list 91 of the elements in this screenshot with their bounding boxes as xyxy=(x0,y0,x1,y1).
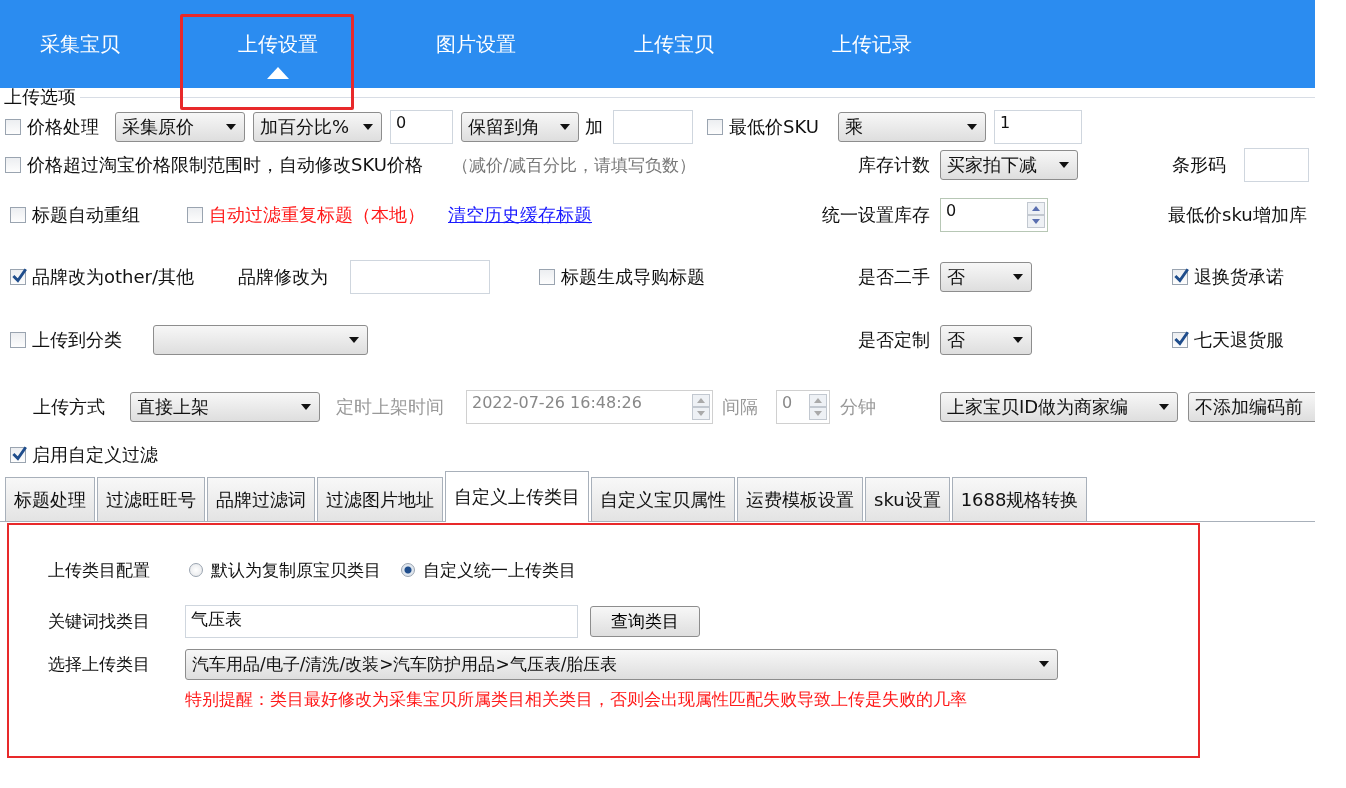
tab[interactable]: 过滤图片地址 xyxy=(317,477,443,521)
dropdown[interactable]: 保留到角 xyxy=(461,112,579,142)
input-field[interactable] xyxy=(613,110,693,144)
field-label: 是否二手 xyxy=(857,265,930,289)
caret-icon xyxy=(226,124,236,130)
caret-icon xyxy=(1059,162,1069,168)
checkbox[interactable] xyxy=(10,207,26,223)
caret-icon xyxy=(1159,404,1169,410)
dropdown[interactable]: 乘 xyxy=(837,112,986,142)
caret-icon xyxy=(560,124,570,130)
tab[interactable]: 品牌过滤词 xyxy=(207,477,315,521)
hint-text: （减价/减百分比，请填写负数） xyxy=(451,153,696,177)
spinner-arrows-icon[interactable] xyxy=(1027,202,1045,228)
spinner-field[interactable]: 0 xyxy=(940,198,1048,232)
checkbox-label: 价格处理 xyxy=(27,115,99,139)
field-label: 上传类目配置 xyxy=(48,558,151,582)
checkbox[interactable] xyxy=(10,332,26,348)
checkbox[interactable] xyxy=(10,269,26,285)
warning-text: 特别提醒：类目最好修改为采集宝贝所属类目相关类目，否则会出现属性匹配失败导致上传是失败的几率 xyxy=(185,688,967,711)
dropdown[interactable]: 采集原价 xyxy=(115,112,245,142)
caret-icon xyxy=(1013,337,1023,343)
checkbox[interactable] xyxy=(5,119,21,135)
field-label: 加 xyxy=(585,115,603,139)
checkmark-icon xyxy=(10,267,28,285)
group-title: 上传选项 xyxy=(3,88,76,106)
field-label: 间隔 xyxy=(722,395,758,419)
tab[interactable]: 自定义上传类目 xyxy=(445,471,589,522)
field-label: 选择上传类目 xyxy=(48,652,151,676)
dropdown[interactable]: 否 xyxy=(940,262,1032,292)
keyword-input[interactable]: 气压表 xyxy=(185,604,578,638)
checkbox-label: 七天退货服 xyxy=(1194,328,1284,352)
input-field[interactable] xyxy=(1244,148,1309,182)
checkbox-label: 品牌改为other/其他 xyxy=(32,265,195,289)
radio-button[interactable] xyxy=(189,563,203,577)
checkmark-icon xyxy=(1172,267,1190,285)
category-dropdown[interactable]: 汽车用品/电子/清洗/改装>汽车防护用品>气压表/胎压表 xyxy=(185,648,1058,680)
input-field[interactable]: 1 xyxy=(993,110,1082,144)
checkbox[interactable] xyxy=(539,269,556,285)
checkbox[interactable] xyxy=(1172,269,1188,285)
checkbox-label: 标题生成导购标题 xyxy=(561,265,706,289)
tab[interactable]: 运费模板设置 xyxy=(737,477,863,521)
caret-icon xyxy=(301,404,311,410)
caret-icon xyxy=(966,124,977,130)
radio-label: 自定义统一上传类目 xyxy=(423,558,576,582)
field-label: 分钟 xyxy=(840,395,876,419)
caret-icon xyxy=(349,337,359,343)
tab[interactable]: 过滤旺旺号 xyxy=(97,477,205,521)
checkmark-icon xyxy=(10,445,28,463)
tab[interactable]: sku设置 xyxy=(865,477,950,521)
field-label: 统一设置库存 xyxy=(821,203,930,227)
dropdown[interactable]: 不添加编码前 xyxy=(1188,392,1315,422)
dropdown[interactable]: 加百分比% xyxy=(253,112,382,142)
checkbox[interactable] xyxy=(187,207,203,223)
caret-icon xyxy=(1013,274,1023,280)
checkbox[interactable] xyxy=(5,157,21,173)
checkbox-label: 启用自定义过滤 xyxy=(32,443,158,467)
field-label: 定时上架时间 xyxy=(336,395,444,419)
field-label: 最低价sku增加库 xyxy=(1168,203,1307,227)
input-field[interactable] xyxy=(350,260,491,294)
checkbox-label: 退换货承诺 xyxy=(1194,265,1284,289)
dropdown[interactable]: 买家拍下减 xyxy=(940,150,1078,180)
checkbox[interactable] xyxy=(1172,332,1188,348)
tab[interactable]: 自定义宝贝属性 xyxy=(591,477,735,521)
query-button[interactable]: 查询类目 xyxy=(590,605,700,637)
dropdown[interactable]: 上家宝贝ID做为商家编 xyxy=(940,392,1178,422)
caret-icon xyxy=(363,124,373,130)
tab[interactable]: 1688规格转换 xyxy=(951,477,1088,521)
pointer-triangle-icon xyxy=(267,67,289,79)
checkbox-label: 上传到分类 xyxy=(32,328,122,352)
checkbox[interactable] xyxy=(707,119,723,135)
field-label: 是否定制 xyxy=(857,328,930,352)
checkmark-icon xyxy=(1172,330,1190,348)
field-label: 上传方式 xyxy=(33,395,105,419)
checkbox[interactable] xyxy=(10,447,26,463)
checkbox-label: 最低价SKU xyxy=(729,115,819,139)
checkbox-label: 价格超过淘宝价格限制范围时，自动修改SKU价格 xyxy=(27,153,423,177)
radio-label: 默认为复制原宝贝类目 xyxy=(211,558,381,582)
checkbox-label: 自动过滤重复标题（本地） xyxy=(209,203,425,227)
dropdown[interactable]: 直接上架 xyxy=(130,392,320,422)
radio-button[interactable] xyxy=(401,563,415,577)
tab[interactable]: 标题处理 xyxy=(5,477,95,521)
field-label: 关键词找类目 xyxy=(48,609,151,633)
dropdown[interactable] xyxy=(153,325,368,355)
checkbox-label: 标题自动重组 xyxy=(32,203,140,227)
dropdown[interactable]: 否 xyxy=(940,325,1032,355)
caret-icon xyxy=(1039,661,1049,667)
text-link[interactable]: 清空历史缓存标题 xyxy=(448,203,592,227)
input-field[interactable]: 0 xyxy=(390,110,453,144)
field-label: 库存计数 xyxy=(857,153,930,177)
field-label: 品牌修改为 xyxy=(238,265,329,289)
field-label: 条形码 xyxy=(1172,153,1226,177)
